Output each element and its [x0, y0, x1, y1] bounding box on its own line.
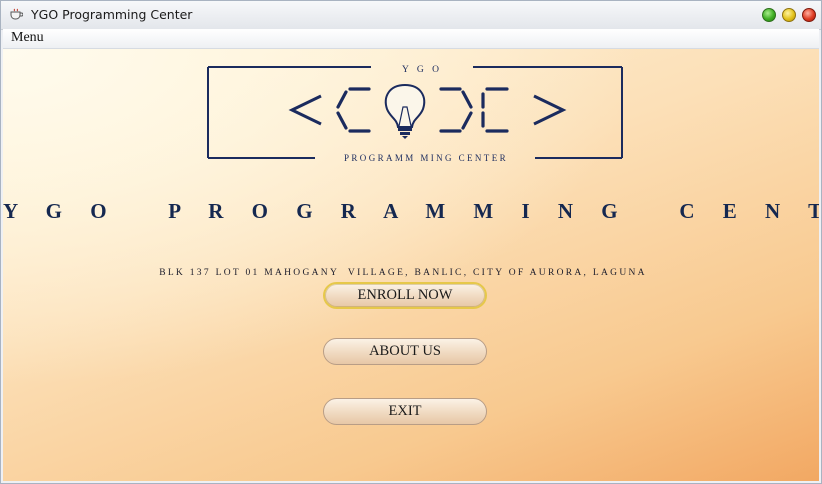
lightbulb-icon	[384, 83, 426, 139]
minimize-button[interactable]	[782, 8, 796, 22]
right-chevron-icon	[533, 94, 567, 126]
menu-item-menu[interactable]: Menu	[11, 30, 44, 46]
exit-button[interactable]: EXIT	[323, 398, 487, 425]
letter-d-icon	[439, 87, 473, 133]
letter-c-icon	[336, 87, 371, 133]
logo-top-text: Y G O	[402, 65, 442, 75]
letter-e-icon	[481, 87, 509, 133]
title-bar[interactable]: YGO Programming Center	[1, 1, 821, 30]
enroll-now-button[interactable]: ENROLL NOW	[323, 282, 487, 309]
address-line: BLK 137 LOT 01 MAHOGANY VILLAGE, BANLIC,…	[159, 268, 647, 278]
logo-bottom-text: PROGRAMM MING CENTER	[344, 153, 508, 163]
main-panel: Y G O PROGRAMM MING CENTER Y G O P R O G…	[3, 49, 819, 481]
java-cup-icon	[10, 8, 23, 20]
app-window: YGO Programming Center Menu Y G O PROGRA…	[0, 0, 822, 484]
close-button[interactable]	[802, 8, 816, 22]
page-title: Y G O P R O G R A M M I N G C E N T E R	[3, 199, 819, 223]
code-logo: Y G O PROGRAMM MING CENTER	[207, 65, 623, 163]
about-us-button[interactable]: ABOUT US	[323, 338, 487, 365]
maximize-button[interactable]	[762, 8, 776, 22]
left-chevron-icon	[288, 94, 322, 126]
window-title: YGO Programming Center	[31, 7, 193, 22]
menu-bar: Menu	[3, 29, 819, 49]
